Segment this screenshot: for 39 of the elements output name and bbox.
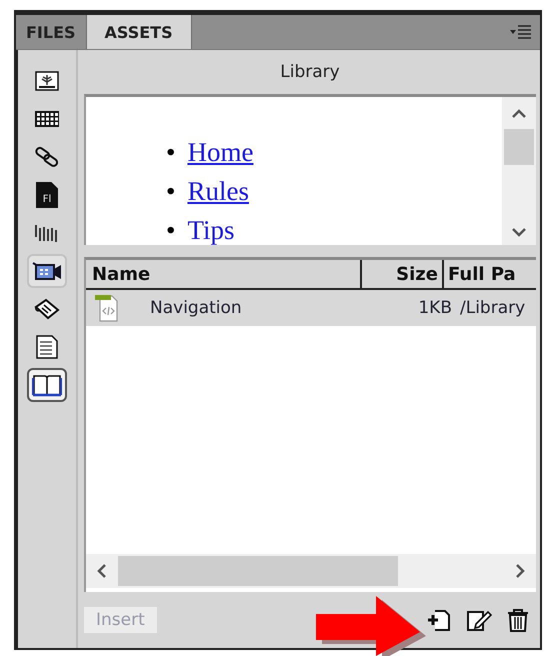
scroll-thumb[interactable] <box>118 556 398 586</box>
table-cell: /Library <box>460 298 526 318</box>
scroll-left-icon[interactable] <box>96 563 108 579</box>
scroll-icon <box>33 298 61 320</box>
bullet: • <box>166 175 176 208</box>
scroll-down-icon[interactable] <box>511 227 527 237</box>
flash-file-icon: Fl <box>36 182 58 208</box>
preview-link[interactable]: Home <box>187 133 254 172</box>
table-row[interactable]: Navigation 1KB /Library <box>86 290 536 326</box>
preview-link[interactable]: Rules <box>187 172 249 211</box>
scroll-up-icon[interactable] <box>511 109 527 119</box>
new-item-icon[interactable] <box>426 608 452 632</box>
document-icon <box>35 335 59 359</box>
panel-tab[interactable]: ASSETS <box>86 15 192 49</box>
category-button[interactable] <box>27 368 67 402</box>
image-icon <box>35 71 59 91</box>
vertical-scrollbar[interactable] <box>502 97 536 245</box>
preview-link[interactable]: Tips <box>187 211 235 245</box>
trash-icon[interactable] <box>506 608 530 632</box>
chain-link-icon <box>34 145 60 169</box>
scroll-right-icon[interactable] <box>514 563 526 579</box>
video-camera-icon <box>32 260 62 282</box>
column-header[interactable]: Name <box>86 260 362 288</box>
category-button[interactable] <box>27 254 67 288</box>
column-header[interactable]: Size <box>362 260 444 288</box>
bars-icon <box>34 223 60 243</box>
bullet: • <box>166 214 176 245</box>
bullet: • <box>166 136 176 169</box>
category-button[interactable]: Fl <box>27 178 67 212</box>
code-file-icon <box>94 293 120 323</box>
column-header[interactable]: Full Pa <box>444 260 536 288</box>
scroll-thumb[interactable] <box>504 129 534 165</box>
table-cell: 1KB <box>418 298 452 318</box>
section-title: Library <box>279 61 341 84</box>
open-book-icon <box>32 373 62 397</box>
grid-icon <box>34 110 60 128</box>
panel-menu-icon[interactable] <box>510 25 532 39</box>
edit-icon[interactable] <box>466 608 492 632</box>
table-cell: Navigation <box>150 298 242 318</box>
